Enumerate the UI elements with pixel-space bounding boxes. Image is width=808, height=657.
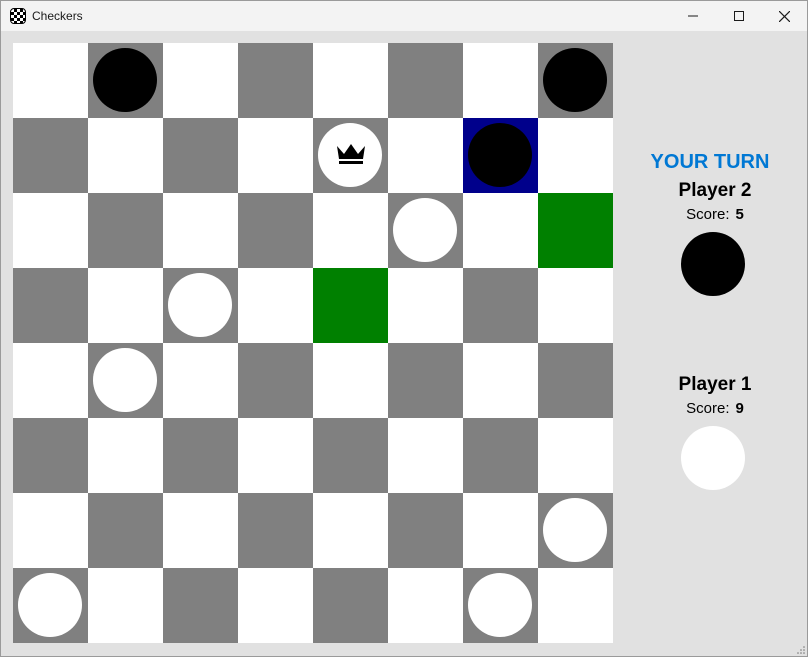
board-square[interactable] (88, 568, 163, 643)
board-square[interactable] (88, 343, 163, 418)
board-square[interactable] (163, 43, 238, 118)
board-square[interactable] (163, 418, 238, 493)
board-square[interactable] (538, 493, 613, 568)
board-square[interactable] (163, 118, 238, 193)
white-piece[interactable] (18, 573, 82, 637)
board-square[interactable] (88, 418, 163, 493)
black-piece[interactable] (468, 123, 532, 187)
white-piece[interactable] (543, 498, 607, 562)
board-square[interactable] (13, 193, 88, 268)
board-square[interactable] (388, 493, 463, 568)
player1-score-value: 9 (735, 400, 744, 417)
board-square[interactable] (463, 493, 538, 568)
board-square[interactable] (13, 268, 88, 343)
board-square[interactable] (163, 493, 238, 568)
move-target-square[interactable] (538, 193, 613, 268)
board-square[interactable] (163, 268, 238, 343)
window-title: Checkers (32, 9, 83, 23)
board-square[interactable] (88, 268, 163, 343)
player1-score: Score: 9 (625, 400, 805, 417)
board-square[interactable] (463, 268, 538, 343)
board-square[interactable] (388, 268, 463, 343)
player2-score: Score: 5 (625, 206, 805, 223)
white-king-piece[interactable] (318, 123, 382, 187)
player2-piece-indicator (681, 232, 745, 296)
maximize-button[interactable] (716, 1, 762, 31)
app-window: Checkers YOUR TURN Player 2 Score: 5 Play… (0, 0, 808, 657)
board-square[interactable] (463, 43, 538, 118)
board-square[interactable] (13, 493, 88, 568)
board-square[interactable] (463, 193, 538, 268)
board-square[interactable] (463, 418, 538, 493)
board-square[interactable] (13, 568, 88, 643)
board-square[interactable] (313, 568, 388, 643)
move-target-square[interactable] (313, 268, 388, 343)
board-square[interactable] (538, 268, 613, 343)
board-square[interactable] (388, 568, 463, 643)
board-square[interactable] (238, 118, 313, 193)
turn-indicator: YOUR TURN (650, 151, 770, 173)
white-piece[interactable] (93, 348, 157, 412)
board-square[interactable] (313, 43, 388, 118)
player1-score-label: Score: (686, 400, 730, 417)
board-square[interactable] (238, 43, 313, 118)
board-square[interactable] (13, 43, 88, 118)
board-square[interactable] (88, 193, 163, 268)
board-square[interactable] (388, 418, 463, 493)
board-square[interactable] (538, 118, 613, 193)
board-square[interactable] (538, 418, 613, 493)
crown-icon (337, 144, 365, 164)
checkers-board-icon (10, 8, 26, 24)
board-square[interactable] (238, 193, 313, 268)
board-square[interactable] (388, 343, 463, 418)
resize-grip-icon[interactable] (797, 646, 805, 654)
white-piece[interactable] (393, 198, 457, 262)
board-square[interactable] (13, 418, 88, 493)
board-square[interactable] (88, 43, 163, 118)
player1-name: Player 1 (678, 374, 752, 395)
board-square[interactable] (163, 343, 238, 418)
white-piece[interactable] (168, 273, 232, 337)
player2-score-value: 5 (735, 206, 744, 223)
board-square[interactable] (388, 118, 463, 193)
board-square[interactable] (238, 268, 313, 343)
board-square[interactable] (13, 343, 88, 418)
board-square[interactable] (13, 118, 88, 193)
board-square[interactable] (538, 43, 613, 118)
board-square[interactable] (238, 418, 313, 493)
board-square[interactable] (538, 343, 613, 418)
selected-square[interactable] (463, 118, 538, 193)
board-square[interactable] (163, 568, 238, 643)
board-square[interactable] (538, 568, 613, 643)
board-square[interactable] (313, 118, 388, 193)
maximize-icon (734, 11, 744, 21)
minimize-button[interactable] (670, 1, 716, 31)
board-square[interactable] (163, 193, 238, 268)
board-square[interactable] (238, 493, 313, 568)
board-square[interactable] (88, 118, 163, 193)
checkers-board (13, 43, 613, 643)
board-square[interactable] (88, 493, 163, 568)
player2-name: Player 2 (678, 180, 752, 201)
player2-score-label: Score: (686, 206, 730, 223)
board-square[interactable] (313, 193, 388, 268)
black-piece[interactable] (543, 48, 607, 112)
player1-piece-indicator (681, 426, 745, 490)
close-button[interactable] (761, 1, 807, 31)
title-bar[interactable]: Checkers (1, 1, 807, 31)
board-square[interactable] (238, 343, 313, 418)
board-square[interactable] (463, 568, 538, 643)
close-icon (778, 10, 790, 22)
white-piece[interactable] (468, 573, 532, 637)
board-square[interactable] (388, 43, 463, 118)
board-square[interactable] (388, 193, 463, 268)
board-square[interactable] (238, 568, 313, 643)
minimize-icon (688, 15, 698, 17)
board-square[interactable] (463, 343, 538, 418)
board-square[interactable] (313, 493, 388, 568)
black-piece[interactable] (93, 48, 157, 112)
board-square[interactable] (313, 343, 388, 418)
board-square[interactable] (313, 418, 388, 493)
